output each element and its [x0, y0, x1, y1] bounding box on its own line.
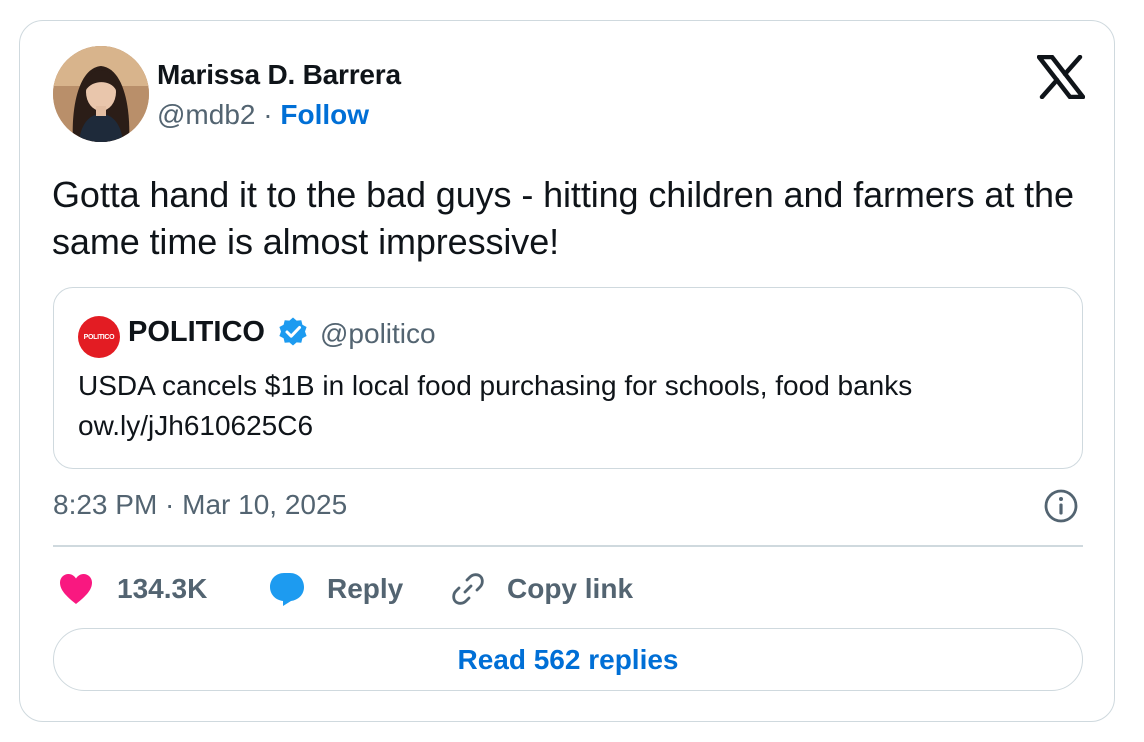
reply-bubble-icon	[270, 573, 304, 606]
follow-button[interactable]: Follow	[280, 99, 369, 130]
avatar[interactable]	[53, 46, 149, 142]
reply-label: Reply	[327, 573, 404, 604]
quoted-link[interactable]: ow.ly/jJh610625C6	[78, 406, 1058, 446]
tweet-timestamp[interactable]: 8:23 PM · Mar 10, 2025	[53, 489, 347, 521]
quoted-tweet-text: USDA cancels $1B in local food purchasin…	[78, 366, 1058, 446]
politico-logo: POLITICO	[78, 316, 120, 358]
link-icon	[452, 573, 484, 605]
author-handle-row: @mdb2 · Follow	[157, 99, 369, 131]
avatar-photo-icon	[53, 46, 149, 142]
quoted-author-name: POLITICO	[128, 316, 265, 348]
divider	[53, 545, 1083, 547]
verified-badge-icon	[279, 317, 307, 346]
info-icon[interactable]	[1042, 487, 1080, 525]
copy-link-label: Copy link	[507, 573, 634, 604]
likes-count: 134.3K	[117, 573, 208, 604]
copy-link-button[interactable]: Copy link	[450, 569, 633, 609]
separator-dot: ·	[263, 99, 273, 130]
reply-button[interactable]: Reply	[268, 569, 403, 609]
author-handle[interactable]: @mdb2	[157, 99, 255, 130]
x-logo-icon[interactable]	[1037, 55, 1085, 99]
author-name[interactable]: Marissa D. Barrera	[157, 59, 401, 91]
quoted-tweet[interactable]: POLITICO POLITICO @politico USDA cancels…	[53, 287, 1083, 469]
quoted-text-line: USDA cancels $1B in local food purchasin…	[78, 370, 913, 401]
tweet-card: Marissa D. Barrera @mdb2 · Follow Gotta …	[19, 20, 1115, 722]
like-button[interactable]: 134.3K	[58, 569, 207, 609]
quoted-author-handle: @politico	[320, 318, 436, 349]
tweet-text: Gotta hand it to the bad guys - hitting …	[52, 174, 1074, 262]
heart-icon	[60, 574, 92, 604]
read-replies-button[interactable]: Read 562 replies	[53, 628, 1083, 691]
